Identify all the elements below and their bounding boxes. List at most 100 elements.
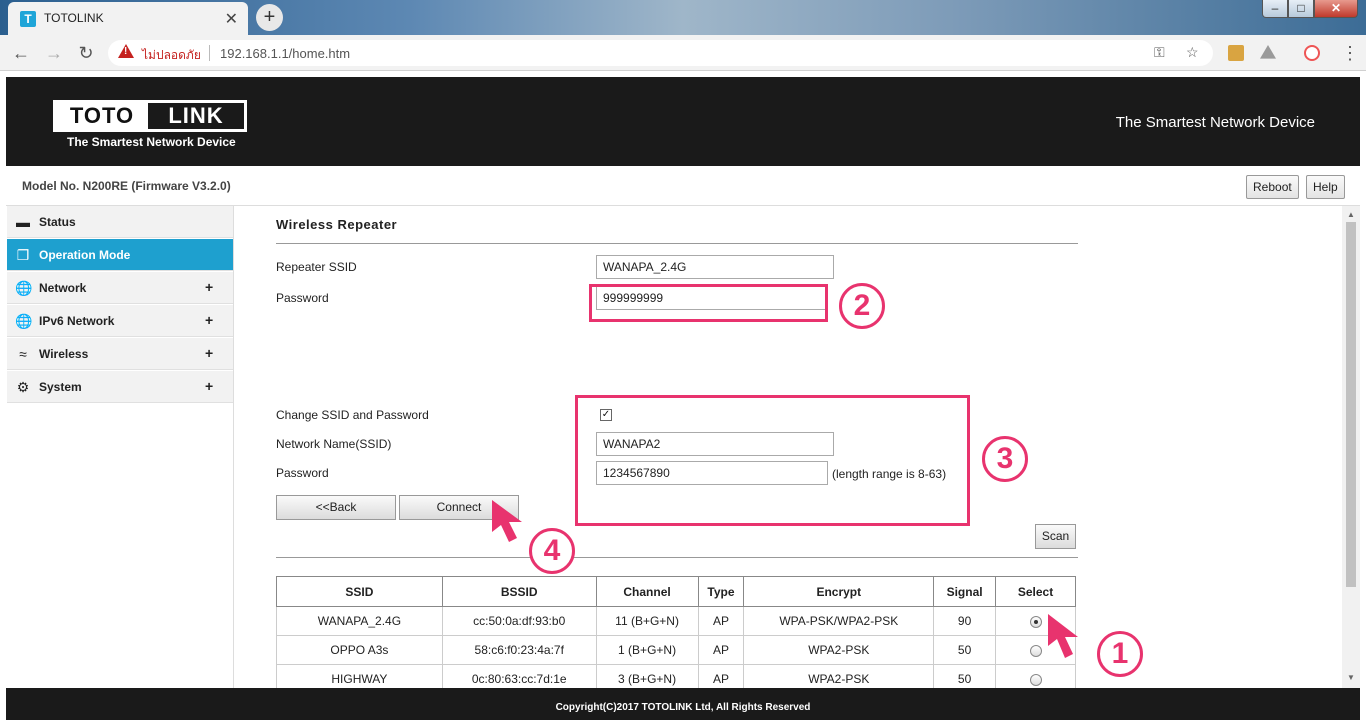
sidebar-item-wireless[interactable]: ≈ Wireless + bbox=[7, 338, 233, 370]
scroll-up-icon[interactable]: ▲ bbox=[1347, 210, 1355, 219]
cell-channel: 1 (B+G+N) bbox=[595, 635, 699, 665]
sidebar-item-operation-mode[interactable]: ❐ Operation Mode bbox=[7, 239, 233, 271]
reload-icon[interactable]: ↻ bbox=[74, 41, 98, 65]
cell-ssid: WANAPA_2.4G bbox=[276, 606, 443, 636]
cell-encrypt: WPA-PSK/WPA2-PSK bbox=[743, 606, 935, 636]
callout-number-3: 3 bbox=[982, 436, 1028, 482]
title-divider bbox=[276, 243, 1078, 244]
network-name-label: Network Name(SSID) bbox=[276, 437, 392, 451]
cell-signal: 50 bbox=[933, 664, 997, 688]
profile-extension-icon[interactable] bbox=[1304, 45, 1320, 61]
select-radio[interactable] bbox=[1029, 644, 1042, 657]
star-icon[interactable]: ☆ bbox=[1186, 44, 1199, 61]
security-label[interactable]: ไม่ปลอดภัย bbox=[142, 46, 201, 65]
back-button[interactable]: <<Back bbox=[276, 495, 396, 520]
logo-left-text: TOTO bbox=[56, 103, 148, 129]
wifi-icon: ≈ bbox=[19, 346, 27, 362]
back-arrow-icon[interactable]: ← bbox=[9, 41, 33, 65]
callout-number-1: 1 bbox=[1097, 631, 1143, 677]
cell-signal: 50 bbox=[933, 635, 997, 665]
tab-close-icon[interactable]: ✕ bbox=[225, 9, 238, 29]
sidebar-item-label: Operation Mode bbox=[39, 248, 131, 262]
router-header: TOTO LINK The Smartest Network Device Th… bbox=[6, 77, 1360, 166]
sidebar-item-status[interactable]: ▬ Status bbox=[7, 206, 233, 238]
totolink-favicon-icon: T bbox=[20, 11, 36, 27]
page-scrollbar[interactable]: ▲ ▼ bbox=[1342, 206, 1360, 688]
reboot-button[interactable]: Reboot bbox=[1246, 175, 1299, 199]
window-icon: ❐ bbox=[16, 247, 30, 263]
tab-title: TOTOLINK bbox=[44, 11, 104, 25]
col-encrypt: Encrypt bbox=[743, 576, 935, 607]
scan-button[interactable]: Scan bbox=[1035, 524, 1076, 549]
cell-select bbox=[995, 664, 1076, 688]
col-select: Select bbox=[995, 576, 1076, 607]
expand-icon[interactable]: + bbox=[205, 312, 213, 328]
extension-folder-icon[interactable] bbox=[1228, 45, 1244, 61]
warning-icon bbox=[118, 44, 134, 58]
sidebar: ▬ Status ❐ Operation Mode 🌐 Network + 🌐 … bbox=[6, 206, 234, 688]
key-icon[interactable]: ⚿ bbox=[1154, 44, 1165, 61]
cell-signal: 90 bbox=[933, 606, 997, 636]
main-content: Wireless Repeater Repeater SSID Password… bbox=[234, 206, 1342, 688]
sidebar-item-label: Network bbox=[39, 281, 87, 295]
col-bssid: BSSID bbox=[441, 576, 597, 607]
expand-icon[interactable]: + bbox=[205, 279, 213, 295]
password-label: Password bbox=[276, 291, 329, 305]
window-maximize-button[interactable]: □ bbox=[1288, 0, 1314, 18]
cell-type: AP bbox=[697, 635, 745, 665]
totolink-logo: TOTO LINK bbox=[53, 100, 247, 132]
repeater-ssid-input[interactable] bbox=[596, 255, 834, 279]
window-minimize-button[interactable]: – bbox=[1262, 0, 1288, 18]
url-divider bbox=[209, 45, 210, 61]
cell-bssid: cc:50:0a:df:93:b0 bbox=[441, 606, 597, 636]
expand-icon[interactable]: + bbox=[205, 378, 213, 394]
sidebar-item-label: System bbox=[39, 380, 82, 394]
window-close-button[interactable]: ✕ bbox=[1314, 0, 1358, 18]
cell-channel: 11 (B+G+N) bbox=[595, 606, 699, 636]
table-divider bbox=[276, 557, 1078, 558]
help-button[interactable]: Help bbox=[1306, 175, 1345, 199]
sidebar-item-ipv6-network[interactable]: 🌐 IPv6 Network + bbox=[7, 305, 233, 337]
callout-number-4: 4 bbox=[529, 528, 575, 574]
table-row[interactable]: OPPO A3s 58:c6:f0:23:4a:7f 1 (B+G+N) AP … bbox=[276, 635, 1076, 665]
col-channel: Channel bbox=[595, 576, 699, 607]
cursor-arrow-icon-4 bbox=[492, 500, 522, 542]
cursor-arrow-icon-1 bbox=[1048, 614, 1078, 658]
browser-tab[interactable]: T TOTOLINK ✕ bbox=[8, 2, 248, 35]
menu-kebab-icon[interactable]: ⋮ bbox=[1338, 41, 1362, 65]
forward-arrow-icon[interactable]: → bbox=[42, 41, 66, 65]
col-type: Type bbox=[697, 576, 745, 607]
address-bar[interactable]: ไม่ปลอดภัย 192.168.1.1/home.htm ⚿ ☆ bbox=[108, 40, 1213, 66]
browser-toolbar: ← → ↻ ไม่ปลอดภัย 192.168.1.1/home.htm ⚿ … bbox=[0, 35, 1366, 71]
col-signal: Signal bbox=[933, 576, 997, 607]
new-tab-button[interactable]: + bbox=[256, 4, 283, 31]
globe-icon: 🌐 bbox=[15, 280, 33, 296]
sidebar-item-system[interactable]: ⚙ System + bbox=[7, 371, 233, 403]
browser-titlebar: T TOTOLINK ✕ + – □ ✕ bbox=[0, 0, 1366, 35]
new-password-label: Password bbox=[276, 466, 329, 480]
chat-icon: ▬ bbox=[16, 214, 30, 230]
cell-encrypt: WPA2-PSK bbox=[743, 635, 935, 665]
cell-ssid: OPPO A3s bbox=[276, 635, 443, 665]
ap-scan-table: SSID BSSID Channel Type Encrypt Signal S… bbox=[276, 576, 1076, 688]
url-text[interactable]: 192.168.1.1/home.htm bbox=[220, 46, 350, 61]
callout-number-2: 2 bbox=[839, 283, 885, 329]
model-number: Model No. N200RE (Firmware V3.2.0) bbox=[22, 179, 231, 193]
sidebar-item-network[interactable]: 🌐 Network + bbox=[7, 272, 233, 304]
repeater-ssid-label: Repeater SSID bbox=[276, 260, 357, 274]
scroll-down-icon[interactable]: ▼ bbox=[1347, 673, 1355, 682]
logo-right-text: LINK bbox=[168, 103, 224, 128]
cell-encrypt: WPA2-PSK bbox=[743, 664, 935, 688]
sidebar-item-label: IPv6 Network bbox=[39, 314, 115, 328]
table-row[interactable]: WANAPA_2.4G cc:50:0a:df:93:b0 11 (B+G+N)… bbox=[276, 606, 1076, 636]
scroll-thumb[interactable] bbox=[1346, 222, 1356, 587]
cell-type: AP bbox=[697, 606, 745, 636]
footer: Copyright(C)2017 TOTOLINK Ltd, All Right… bbox=[6, 688, 1360, 720]
select-radio[interactable] bbox=[1029, 615, 1042, 628]
page-title: Wireless Repeater bbox=[276, 217, 398, 232]
drive-icon[interactable] bbox=[1260, 45, 1276, 59]
table-row[interactable]: HIGHWAY 0c:80:63:cc:7d:1e 3 (B+G+N) AP W… bbox=[276, 664, 1076, 688]
expand-icon[interactable]: + bbox=[205, 345, 213, 361]
callout-box-3 bbox=[575, 395, 970, 526]
select-radio[interactable] bbox=[1029, 673, 1042, 686]
